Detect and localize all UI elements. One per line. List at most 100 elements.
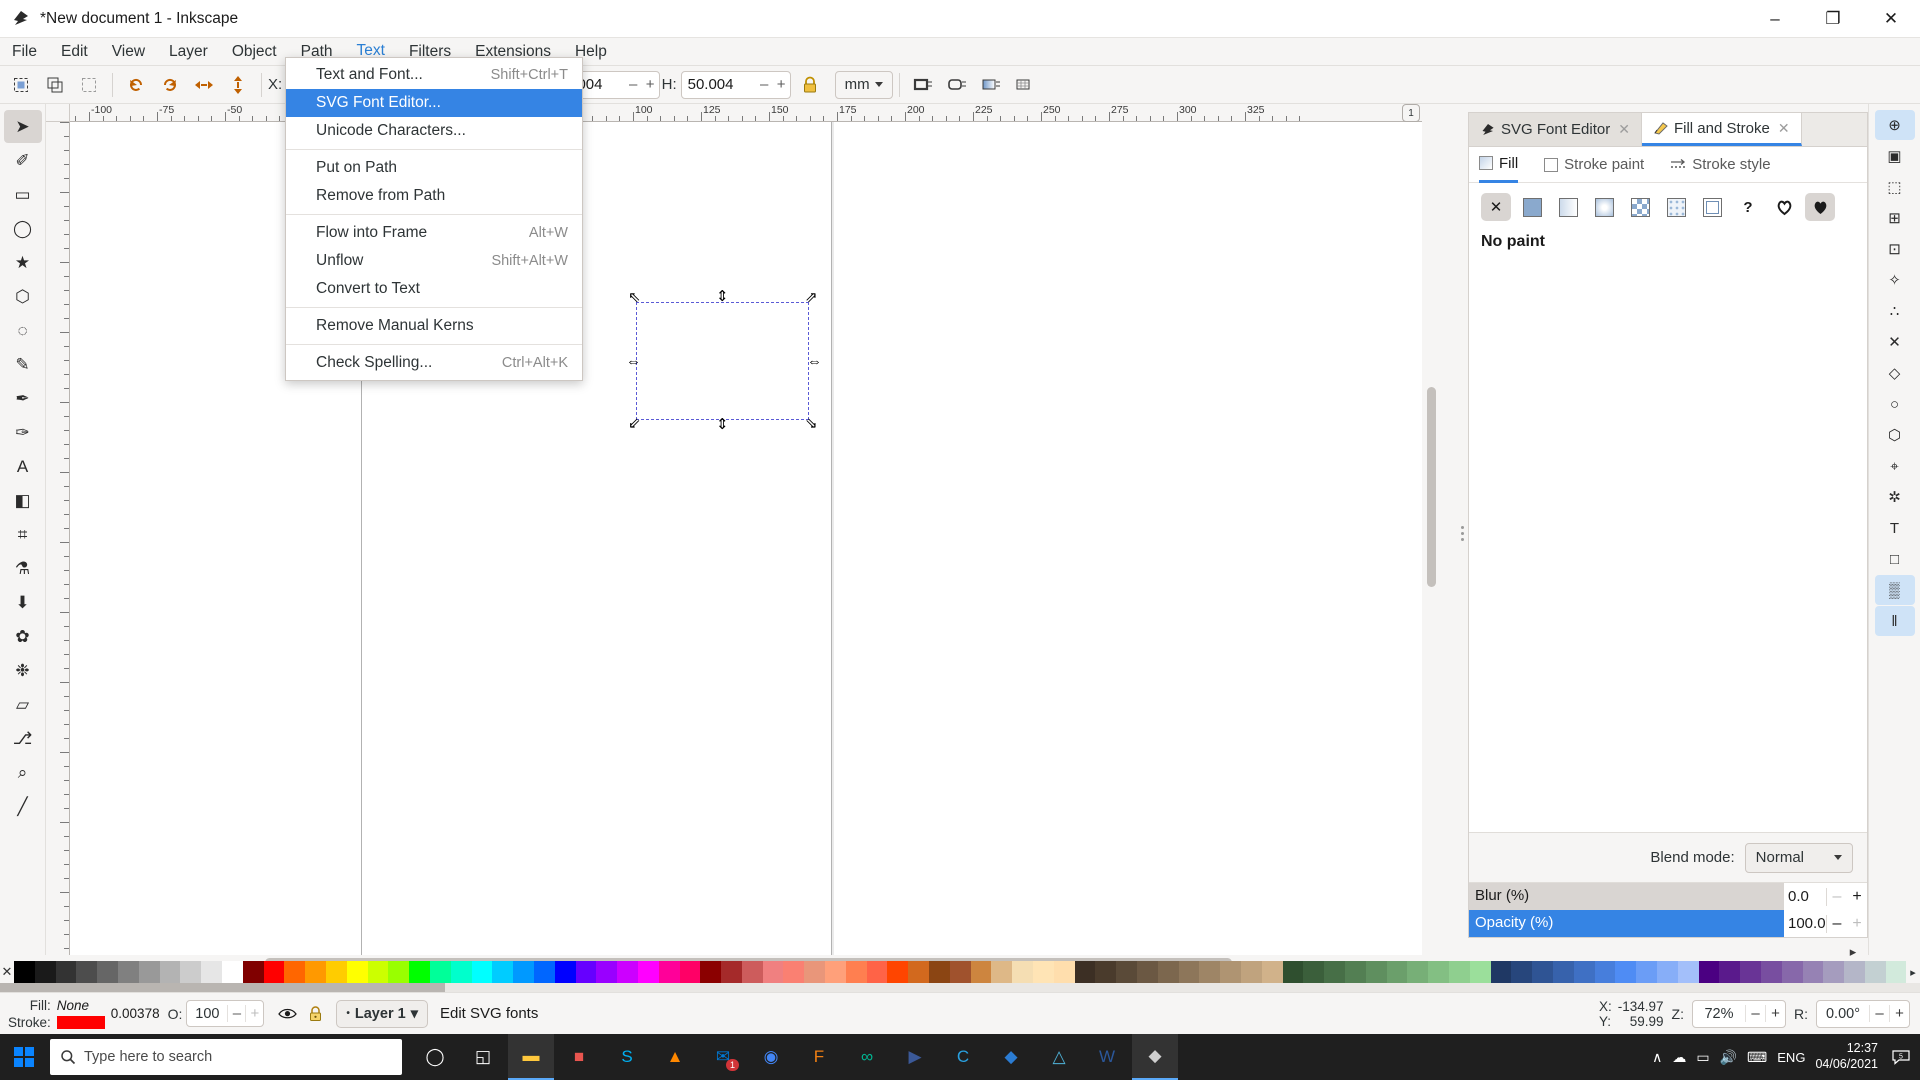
snap-grid-icon[interactable]: ▒ [1874,575,1915,605]
snap-bounding-box-icon[interactable]: ▣ [1875,141,1915,171]
palette-swatch[interactable] [575,961,597,983]
selection-handle-sw[interactable]: ⇙ [628,416,641,431]
selection-handle-e[interactable]: ⇔ [807,354,822,369]
subtab-stroke-style[interactable]: Stroke style [1670,147,1771,183]
palette-swatch[interactable] [305,961,326,983]
rotation-spinner[interactable]: 0.00° – + [1816,999,1910,1028]
select-all-icon[interactable] [4,69,38,101]
opacity-spinner[interactable]: 100 – + [186,1000,265,1027]
pencil-tool[interactable]: ✎ [4,348,42,381]
page-indicator[interactable]: 1 [1402,104,1420,122]
palette-swatch[interactable] [1241,961,1262,983]
palette-swatch[interactable] [1365,961,1387,983]
snap-text-baseline-icon[interactable]: T [1875,513,1915,543]
opacity-decrement[interactable]: – [1827,915,1847,933]
rotate-cw-icon[interactable] [153,69,187,101]
snap-page-border-icon[interactable]: □ [1875,544,1915,574]
palette-swatch[interactable] [159,961,181,983]
tweak-tool[interactable]: ✿ [4,620,42,653]
eraser-tool[interactable]: ▱ [4,688,42,721]
palette-swatch[interactable] [429,961,451,983]
menu-option-unflow[interactable]: Unflow Shift+Alt+W [286,247,582,275]
palette-swatch[interactable] [658,961,680,983]
blur-increment[interactable]: + [1847,888,1867,906]
palette-swatch[interactable] [263,961,285,983]
palette-swatch[interactable] [367,961,389,983]
w-increment[interactable]: + [642,76,659,93]
menu-option-remove-from-path[interactable]: Remove from Path [286,182,582,210]
palette-swatch[interactable] [949,961,971,983]
palette-swatch[interactable] [1095,961,1117,983]
visibility-eye-icon[interactable] [272,1006,302,1021]
palette-swatch[interactable] [908,961,930,983]
blur-decrement[interactable]: – [1827,888,1847,906]
ruler-corner[interactable] [46,104,70,122]
palette-swatch[interactable] [1053,961,1075,983]
palette-swatch[interactable] [970,961,992,983]
h-spinner[interactable]: 50.004 – + [680,70,791,99]
palette-swatch[interactable] [1885,961,1907,983]
palette-scrollbar[interactable] [0,983,1920,992]
palette-swatch[interactable] [1033,961,1054,983]
palette-swatch[interactable] [14,961,35,983]
palette-swatch[interactable] [1137,961,1158,983]
connector-tool[interactable]: ⎇ [4,722,42,755]
palette-swatch[interactable] [1324,961,1345,983]
palette-swatch[interactable] [55,961,77,983]
dock-tab-close-icon[interactable]: ✕ [1618,121,1630,138]
palette-swatch[interactable] [1012,961,1034,983]
menu-option-text-and-font[interactable]: Text and Font... Shift+Ctrl+T [286,61,582,89]
layer-lock-icon[interactable] [302,1005,328,1022]
taskbar-teams-icon[interactable]: C [940,1034,986,1080]
rotate-ccw-icon[interactable] [119,69,153,101]
palette-swatch[interactable] [1636,961,1657,983]
selection-handle-se[interactable]: ⇘ [805,416,818,431]
opacity-slider[interactable]: Opacity (%) [1469,910,1784,937]
action-center-icon[interactable]: 5 [1888,1034,1914,1080]
taskbar-drive-icon[interactable]: △ [1036,1034,1082,1080]
palette-swatch[interactable] [284,961,306,983]
selection-handle-w[interactable]: ⇔ [626,354,641,369]
vertical-ruler[interactable] [46,122,70,955]
palette-swatch[interactable] [242,961,264,983]
affect-gradients-icon[interactable] [974,69,1008,101]
palette-none-swatch[interactable]: ✕ [0,961,14,983]
palette-swatch[interactable] [201,961,222,983]
palette-swatch[interactable] [1552,961,1574,983]
unknown-paint-button[interactable] [1697,193,1727,221]
snap-cusp-nodes-icon[interactable]: ◇ [1875,358,1915,388]
palette-swatch[interactable] [1781,961,1803,983]
dock-resize-grip[interactable] [1459,520,1465,546]
palette-swatch[interactable] [34,961,56,983]
palette-swatch[interactable] [1074,961,1096,983]
menu-item-object[interactable]: Object [220,39,289,65]
palette-swatch[interactable] [1157,961,1179,983]
horizontal-ruler[interactable]: -100-75-50-25025507510012515017520022525… [70,104,1422,122]
blur-slider[interactable]: Blur (%) [1469,883,1784,910]
subtab-stroke-paint[interactable]: Stroke paint [1544,147,1644,183]
affect-corners-icon[interactable] [940,69,974,101]
palette-swatch[interactable] [1448,961,1470,983]
snap-bbox-midpoint-icon[interactable]: ⊡ [1875,234,1915,264]
snap-path-intersection-icon[interactable]: ✕ [1875,327,1915,357]
palette-swatch[interactable] [721,961,742,983]
palette-swatch[interactable] [1428,961,1449,983]
palette-swatch[interactable] [1220,961,1242,983]
deselect-icon[interactable] [72,69,106,101]
menu-item-view[interactable]: View [100,39,157,65]
flat-color-button[interactable] [1517,193,1547,221]
unset-paint-button[interactable] [1769,193,1799,221]
rotation-decrement[interactable]: – [1869,1005,1889,1022]
node-tool[interactable]: ✐ [4,144,42,177]
palette-swatch[interactable] [741,961,763,983]
palette-swatches[interactable] [14,961,1907,983]
palette-swatch[interactable] [1407,961,1429,983]
palette-swatch[interactable] [1303,961,1325,983]
onedrive-icon[interactable]: ☁ [1672,1049,1686,1066]
affect-patterns-icon[interactable] [1008,69,1042,101]
windows-start-icon[interactable] [0,1034,48,1080]
swatch-button[interactable] [1661,193,1691,221]
lock-aspect-icon[interactable] [793,69,827,101]
measure-tool[interactable]: ╱ [4,790,42,823]
snap-nodes-icon[interactable]: ✧ [1875,265,1915,295]
